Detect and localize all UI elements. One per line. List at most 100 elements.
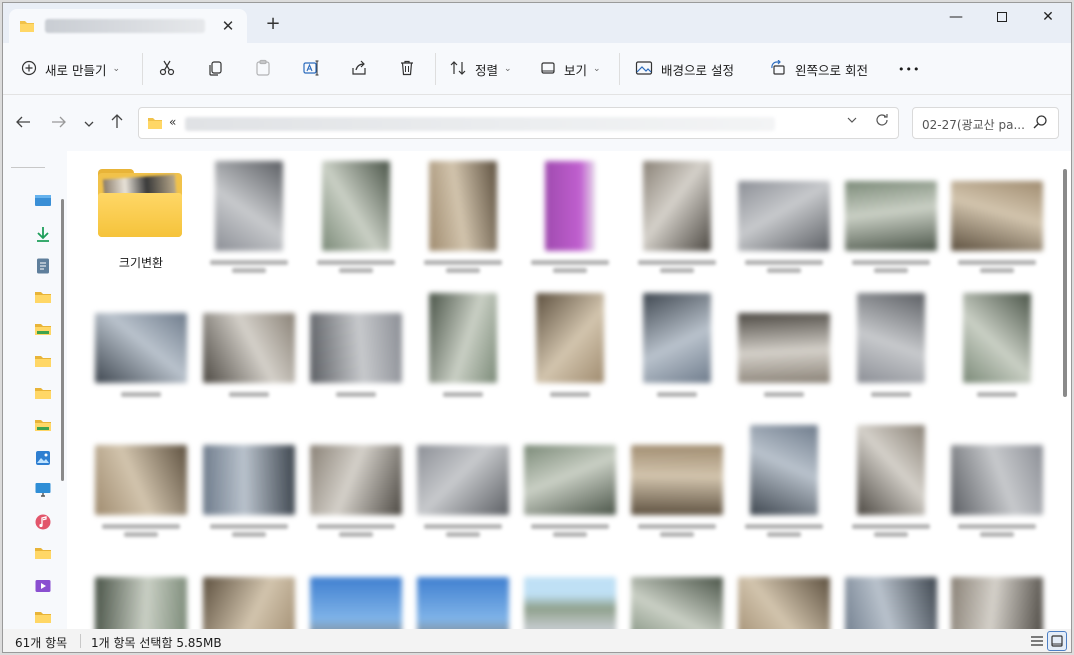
photo-thumbnail[interactable] <box>738 313 830 383</box>
photo-thumbnail[interactable] <box>631 445 723 515</box>
arrow-left-icon <box>15 114 31 133</box>
photo-thumbnail[interactable] <box>203 445 295 515</box>
photo-thumbnail[interactable] <box>857 293 925 383</box>
rename-button[interactable] <box>299 57 323 81</box>
photo-thumbnail[interactable] <box>524 445 616 515</box>
sidebar-item-this-pc[interactable] <box>34 481 52 499</box>
navigation-bar: « 02-27(광교산 pa... <box>3 95 1071 151</box>
sidebar-item-music[interactable] <box>34 513 52 531</box>
arrow-right-icon <box>51 114 67 133</box>
photo-thumbnail[interactable] <box>963 293 1031 383</box>
back-button[interactable] <box>13 113 33 133</box>
navigation-pane <box>3 151 67 629</box>
folder-icon <box>19 19 35 36</box>
sidebar-item-folder-2[interactable] <box>34 321 52 339</box>
photo-thumbnail[interactable] <box>951 181 1043 251</box>
photo-thumbnail[interactable] <box>643 161 711 251</box>
tab-current-folder[interactable]: ✕ <box>9 9 247 43</box>
path-overflow-chevron[interactable]: « <box>169 115 176 129</box>
file-explorer-window: ✕ + — ✕ 새로 만들기 ⌄ 정렬 ⌄ 보기 ⌄ 배경으로 설정 왼쪽으로 … <box>2 2 1072 653</box>
maximize-button[interactable] <box>979 3 1025 33</box>
search-input[interactable]: 02-27(광교산 pa... <box>912 107 1059 139</box>
chevron-down-icon <box>83 114 95 133</box>
details-view-button[interactable] <box>1029 633 1045 652</box>
photo-thumbnail[interactable] <box>643 293 711 383</box>
photo-thumbnail[interactable] <box>951 577 1043 629</box>
photo-thumbnail[interactable] <box>215 161 283 251</box>
photo-thumbnail[interactable] <box>322 161 390 251</box>
rotate-left-button[interactable]: 왼쪽으로 회전 <box>769 55 868 83</box>
recent-locations-button[interactable] <box>79 113 99 133</box>
minimize-button[interactable]: — <box>933 3 979 33</box>
view-button[interactable]: 보기 ⌄ <box>540 55 601 83</box>
file-name-blurred <box>417 389 509 411</box>
photo-thumbnail[interactable] <box>310 445 402 515</box>
new-tab-button[interactable]: + <box>261 12 285 36</box>
sidebar-item-folder-3[interactable] <box>34 353 52 371</box>
sidebar-item-folder-4[interactable] <box>34 385 52 403</box>
file-name-blurred <box>524 521 616 543</box>
photo-thumbnail[interactable] <box>738 181 830 251</box>
refresh-icon[interactable] <box>874 112 890 132</box>
photo-thumbnail[interactable] <box>203 577 295 629</box>
more-options-button[interactable]: ••• <box>898 55 920 83</box>
photo-thumbnail[interactable] <box>417 577 509 629</box>
sidebar-item-folder-7[interactable] <box>34 609 52 627</box>
address-bar[interactable]: « <box>138 107 899 139</box>
sidebar-item-folder-6[interactable] <box>34 545 52 563</box>
photo-thumbnail[interactable] <box>429 161 497 251</box>
file-name-blurred <box>203 521 295 543</box>
folder-name: 크기변환 <box>118 256 164 270</box>
sidebar-item-documents[interactable] <box>34 257 52 275</box>
cut-button[interactable] <box>155 57 179 81</box>
file-name-blurred <box>95 521 187 543</box>
tab-close-button[interactable]: ✕ <box>217 15 239 37</box>
address-dropdown-icon[interactable] <box>846 115 858 128</box>
photo-thumbnail[interactable] <box>429 293 497 383</box>
up-button[interactable] <box>107 113 127 133</box>
photo-thumbnail[interactable] <box>310 313 402 383</box>
photo-thumbnail[interactable] <box>631 577 723 629</box>
content-scrollbar[interactable] <box>1063 169 1067 397</box>
file-name-blurred <box>845 257 937 279</box>
sort-button[interactable]: 정렬 ⌄ <box>449 55 512 83</box>
image-icon <box>635 60 653 79</box>
sidebar-item-folder-5[interactable] <box>34 417 52 435</box>
set-background-button[interactable]: 배경으로 설정 <box>635 55 734 83</box>
close-window-button[interactable]: ✕ <box>1025 3 1071 33</box>
photo-thumbnail[interactable] <box>95 445 187 515</box>
photo-thumbnail[interactable] <box>310 577 402 629</box>
photo-thumbnail[interactable] <box>738 577 830 629</box>
file-name-blurred <box>738 389 830 411</box>
photo-thumbnail[interactable] <box>417 445 509 515</box>
set-background-label: 배경으로 설정 <box>661 62 734 78</box>
sidebar-item-pictures[interactable] <box>34 449 52 467</box>
large-icons-view-button[interactable] <box>1047 631 1067 651</box>
photo-thumbnail[interactable] <box>203 313 295 383</box>
photo-thumbnail[interactable] <box>845 577 937 629</box>
sort-label: 정렬 <box>475 62 499 78</box>
file-name-blurred <box>203 257 295 279</box>
file-name-blurred <box>310 521 402 543</box>
sidebar-item-videos[interactable] <box>34 577 52 595</box>
photo-thumbnail[interactable] <box>857 425 925 515</box>
photo-thumbnail[interactable] <box>545 161 595 251</box>
sidebar-scrollbar[interactable] <box>61 199 64 481</box>
photo-thumbnail[interactable] <box>95 577 187 629</box>
copy-button[interactable] <box>203 57 227 81</box>
photo-thumbnail[interactable] <box>95 313 187 383</box>
photo-thumbnail[interactable] <box>845 181 937 251</box>
photo-thumbnail[interactable] <box>524 577 616 629</box>
share-button[interactable] <box>347 57 371 81</box>
forward-button[interactable] <box>49 113 69 133</box>
photo-thumbnail[interactable] <box>951 445 1043 515</box>
photo-thumbnail[interactable] <box>750 425 818 515</box>
file-name-blurred <box>524 257 616 279</box>
sidebar-item-folder-1[interactable] <box>34 289 52 307</box>
sidebar-item-downloads[interactable] <box>34 225 52 243</box>
sidebar-item-desktop[interactable] <box>34 193 52 211</box>
delete-button[interactable] <box>395 57 419 81</box>
photo-thumbnail[interactable] <box>536 293 604 383</box>
new-button[interactable]: 새로 만들기 ⌄ <box>21 55 120 83</box>
paste-button[interactable] <box>251 57 275 81</box>
